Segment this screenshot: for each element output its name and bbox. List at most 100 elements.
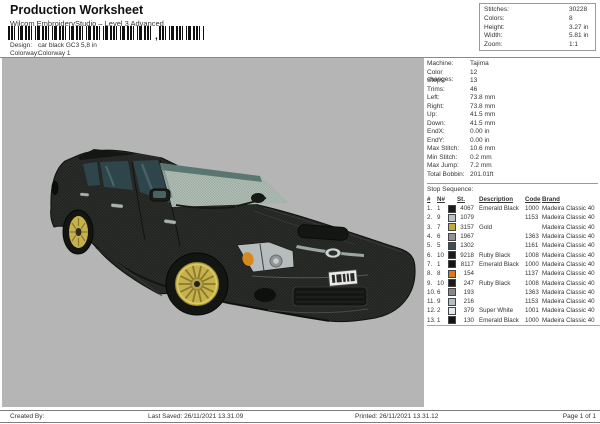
stop-sequence-row: 8. 8 154 1137 Madeira Classic 40: [427, 269, 600, 278]
car-illustration: [50, 149, 416, 323]
thread-color-cell: [448, 269, 457, 278]
summary-label: Colors:: [484, 14, 505, 22]
needle-number: 6: [437, 288, 441, 296]
thread-code: 1008: [525, 279, 539, 287]
thread-brand: Madeira Classic 40: [542, 316, 595, 324]
col-brand: Brand: [542, 196, 560, 203]
thread-color-cell: [448, 316, 457, 326]
needle-number: 8: [437, 270, 441, 278]
thread-description: Gold: [479, 223, 493, 231]
barcode-separator: ,: [155, 31, 158, 42]
thread-brand: Madeira Classic 40: [542, 270, 595, 278]
thread-code: [525, 223, 542, 232]
row-number: 8.: [427, 270, 433, 278]
design-row: Design: car black GC3 5,8 in: [10, 42, 97, 49]
machine-info-value: Tajima: [470, 60, 489, 67]
machine-info-row: Trims: 46: [427, 86, 598, 95]
summary-label: Zoom:: [484, 41, 503, 49]
machine-info-label: Stops:: [427, 77, 446, 84]
thread-color-cell: [448, 223, 457, 232]
thread-color-chip: [448, 279, 456, 288]
stop-sequence-row: 2. 9 1079 1153 Madeira Classic 40: [427, 213, 600, 222]
machine-info-value: 41.5 mm: [470, 111, 496, 118]
production-worksheet-page: Production Worksheet Wilcom EmbroiderySt…: [0, 0, 600, 424]
machine-info-label: Total Bobbin:: [427, 170, 465, 178]
design-name: car black GC3 5,8 in: [38, 42, 97, 49]
stop-sequence-row: 6. 10 9218 Ruby Black 1008 Madeira Classic 40: [427, 250, 600, 260]
summary-value: 30228: [569, 6, 588, 13]
thread-code: 1001: [525, 307, 539, 315]
rear-wheel: [62, 209, 94, 255]
stitch-count: 1302: [460, 242, 474, 250]
hood-scoop: [297, 224, 349, 241]
machine-info-row: EndX: 0.00 in: [427, 128, 598, 137]
stop-sequence-row: 10. 6 193 1363 Madeira Classic 40: [427, 288, 600, 297]
thread-color-chip: [448, 204, 456, 213]
stop-sequence-row: 5. 5 1302 1161 Madeira Classic 40: [427, 241, 600, 250]
thread-color-chip: [448, 213, 456, 222]
stitch-count: 3157: [460, 223, 474, 231]
stop-sequence-row: 1. 1 4067 Emerald Black 1000 Madeira Classic …: [427, 204, 600, 213]
stitch-count: 9218: [460, 251, 474, 259]
stitch-count: 379: [463, 307, 474, 315]
thread-code: 1000: [525, 205, 539, 213]
row-number: 13.: [427, 316, 436, 324]
machine-info-label: EndY:: [427, 136, 445, 144]
thread-description: [476, 269, 525, 278]
row-number: 6.: [427, 251, 433, 259]
stop-sequence-row: 4. 6 1967 1363 Madeira Classic 40: [427, 232, 600, 241]
thread-code: 1008: [525, 251, 539, 259]
needle-number: 9: [437, 298, 441, 306]
thread-description: Super White: [479, 307, 514, 315]
row-number: 3.: [427, 223, 433, 231]
far-side-mirror: [251, 193, 265, 203]
machine-info-label: Max Stitch:: [427, 145, 460, 152]
summary-row: Stitches: 30228: [480, 6, 595, 15]
machine-info-value: 0.00 in: [470, 136, 490, 144]
thread-description: [476, 241, 525, 250]
machine-info-label: Machine:: [427, 60, 454, 67]
machine-info: Machine: Tajima Color changes: 12 Stops: 13 Tr…: [427, 60, 598, 179]
row-number: 7.: [427, 260, 433, 268]
stitch-count: 193: [463, 288, 474, 296]
thread-code: 1161: [525, 242, 539, 250]
thread-code: 1153: [525, 214, 539, 222]
thread-color-chip: [448, 223, 456, 232]
stop-sequence-row: 13. 1 130 Emerald Black 1000 Madeira Classic …: [427, 316, 600, 326]
created-by: Created By:: [10, 413, 45, 420]
needle-number: 6: [437, 233, 441, 241]
needle-number: 1: [437, 260, 441, 268]
thread-color-chip: [448, 297, 456, 306]
rear-door-window: [100, 161, 133, 190]
thread-color-cell: [448, 213, 457, 222]
design-label: Design:: [10, 42, 33, 49]
thread-description: Ruby Black: [479, 251, 511, 259]
thread-brand: Madeira Classic 40: [542, 251, 595, 259]
thread-color-chip: [448, 232, 456, 241]
needle-number: 5: [437, 242, 441, 250]
thread-color-cell: [448, 288, 457, 297]
thread-description: [476, 213, 525, 222]
thread-description: [476, 297, 525, 306]
barcode-segment-main: [8, 26, 154, 40]
thread-color-chip: [448, 260, 456, 269]
thread-brand: Madeira Classic 40: [542, 260, 595, 268]
summary-box: Stitches: 30228 Colors: 8 Height: 3.27 in Widt…: [479, 3, 596, 51]
row-number: 9.: [427, 279, 433, 287]
needle-number: 7: [437, 223, 441, 231]
colorway-row: Colorway: Colorway 1: [10, 50, 71, 57]
needle-number: 1: [437, 205, 441, 213]
license-plate: [328, 269, 358, 287]
summary-value: 8: [569, 14, 573, 22]
info-panel: Machine: Tajima Color changes: 12 Stops: 13 Tr…: [427, 60, 600, 326]
summary-value: 1:1: [569, 41, 579, 49]
stitch-count: 154: [463, 270, 474, 278]
thread-color-cell: [448, 297, 457, 306]
thread-description: [476, 232, 525, 241]
summary-row: Zoom: 1:1: [480, 41, 595, 50]
stitch-count: 130: [463, 316, 474, 324]
thread-description: [476, 288, 525, 297]
machine-info-row: EndY: 0.00 in: [427, 137, 598, 146]
thread-description: Ruby Black: [479, 279, 511, 287]
stop-sequence-row: 3. 7 3157 Gold Madeira Classic 40: [427, 223, 600, 232]
